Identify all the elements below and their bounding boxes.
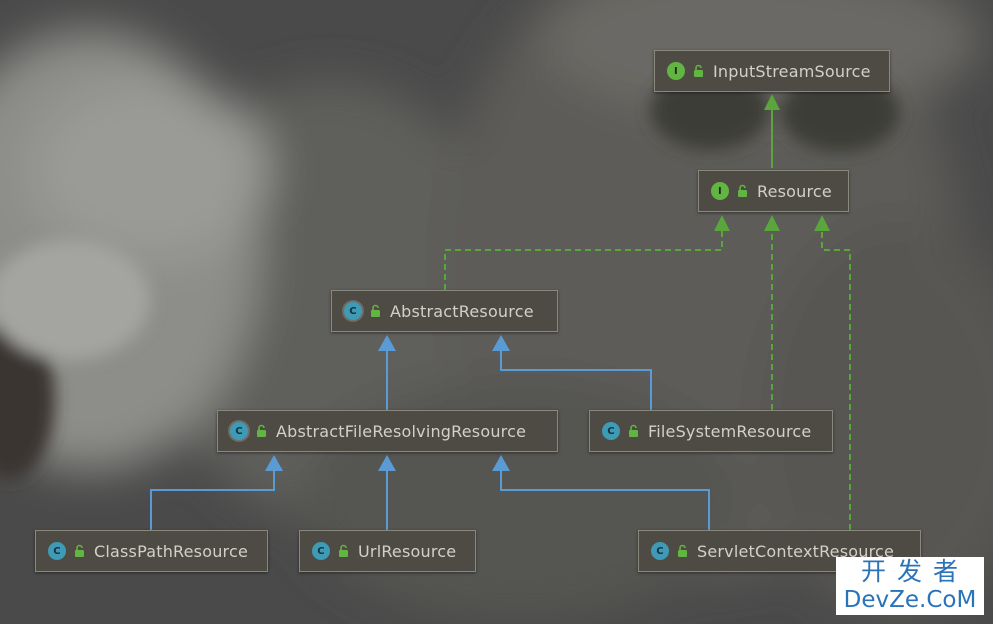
arrowhead-abstractfileresolving-mid bbox=[378, 455, 396, 471]
edge-classpathresource-extends-abstractfileresolving bbox=[150, 471, 275, 530]
node-label: UrlResource bbox=[358, 541, 457, 561]
unlock-icon bbox=[336, 544, 350, 558]
watermark-logo: 开发者 DevZe.CoM bbox=[836, 557, 984, 615]
node-label: AbstractFileResolvingResource bbox=[276, 421, 527, 441]
arrowhead-abstractresource-left bbox=[378, 335, 396, 351]
node-label: ClassPathResource bbox=[94, 541, 249, 561]
arrowhead-resource-right bbox=[814, 215, 830, 231]
node-abstract-file-resolving-resource[interactable]: C AbstractFileResolvingResource bbox=[217, 410, 558, 452]
edge-filesystemresource-extends-abstractresource bbox=[500, 351, 652, 410]
unlock-icon bbox=[72, 544, 86, 558]
class-icon: C bbox=[312, 542, 330, 560]
edge-servletcontextresource-implements-resource bbox=[821, 231, 851, 530]
abstract-class-icon: C bbox=[230, 422, 248, 440]
node-resource[interactable]: I Resource bbox=[698, 170, 849, 212]
node-abstract-resource[interactable]: C AbstractResource bbox=[331, 290, 558, 332]
class-icon: C bbox=[602, 422, 620, 440]
node-label: InputStreamSource bbox=[713, 61, 871, 81]
edge-abstractresource-implements-resource bbox=[444, 231, 723, 290]
arrowhead-resource-left bbox=[714, 215, 730, 231]
node-url-resource[interactable]: C UrlResource bbox=[299, 530, 476, 572]
node-class-path-resource[interactable]: C ClassPathResource bbox=[35, 530, 268, 572]
interface-icon: I bbox=[711, 182, 729, 200]
arrowhead-abstractfileresolving-left bbox=[265, 455, 283, 471]
arrowhead-abstractfileresolving-right bbox=[492, 455, 510, 471]
interface-icon: I bbox=[667, 62, 685, 80]
edge-servletcontextresource-extends-abstractfileresolving bbox=[500, 471, 710, 530]
node-label: FileSystemResource bbox=[648, 421, 812, 441]
node-file-system-resource[interactable]: C FileSystemResource bbox=[589, 410, 833, 452]
watermark-line2: DevZe.CoM bbox=[843, 587, 977, 613]
unlock-icon bbox=[368, 304, 382, 318]
unlock-icon bbox=[691, 64, 705, 78]
class-icon: C bbox=[48, 542, 66, 560]
watermark-line1: 开发者 bbox=[860, 557, 969, 586]
unlock-icon bbox=[675, 544, 689, 558]
class-icon: C bbox=[651, 542, 669, 560]
arrowhead-inputstreamsource bbox=[764, 94, 780, 110]
abstract-class-icon: C bbox=[344, 302, 362, 320]
unlock-icon bbox=[735, 184, 749, 198]
arrowhead-resource-mid bbox=[764, 215, 780, 231]
node-label: Resource bbox=[757, 181, 832, 201]
node-label: AbstractResource bbox=[390, 301, 534, 321]
arrowhead-abstractresource-right bbox=[492, 335, 510, 351]
node-input-stream-source[interactable]: I InputStreamSource bbox=[654, 50, 890, 92]
unlock-icon bbox=[254, 424, 268, 438]
unlock-icon bbox=[626, 424, 640, 438]
